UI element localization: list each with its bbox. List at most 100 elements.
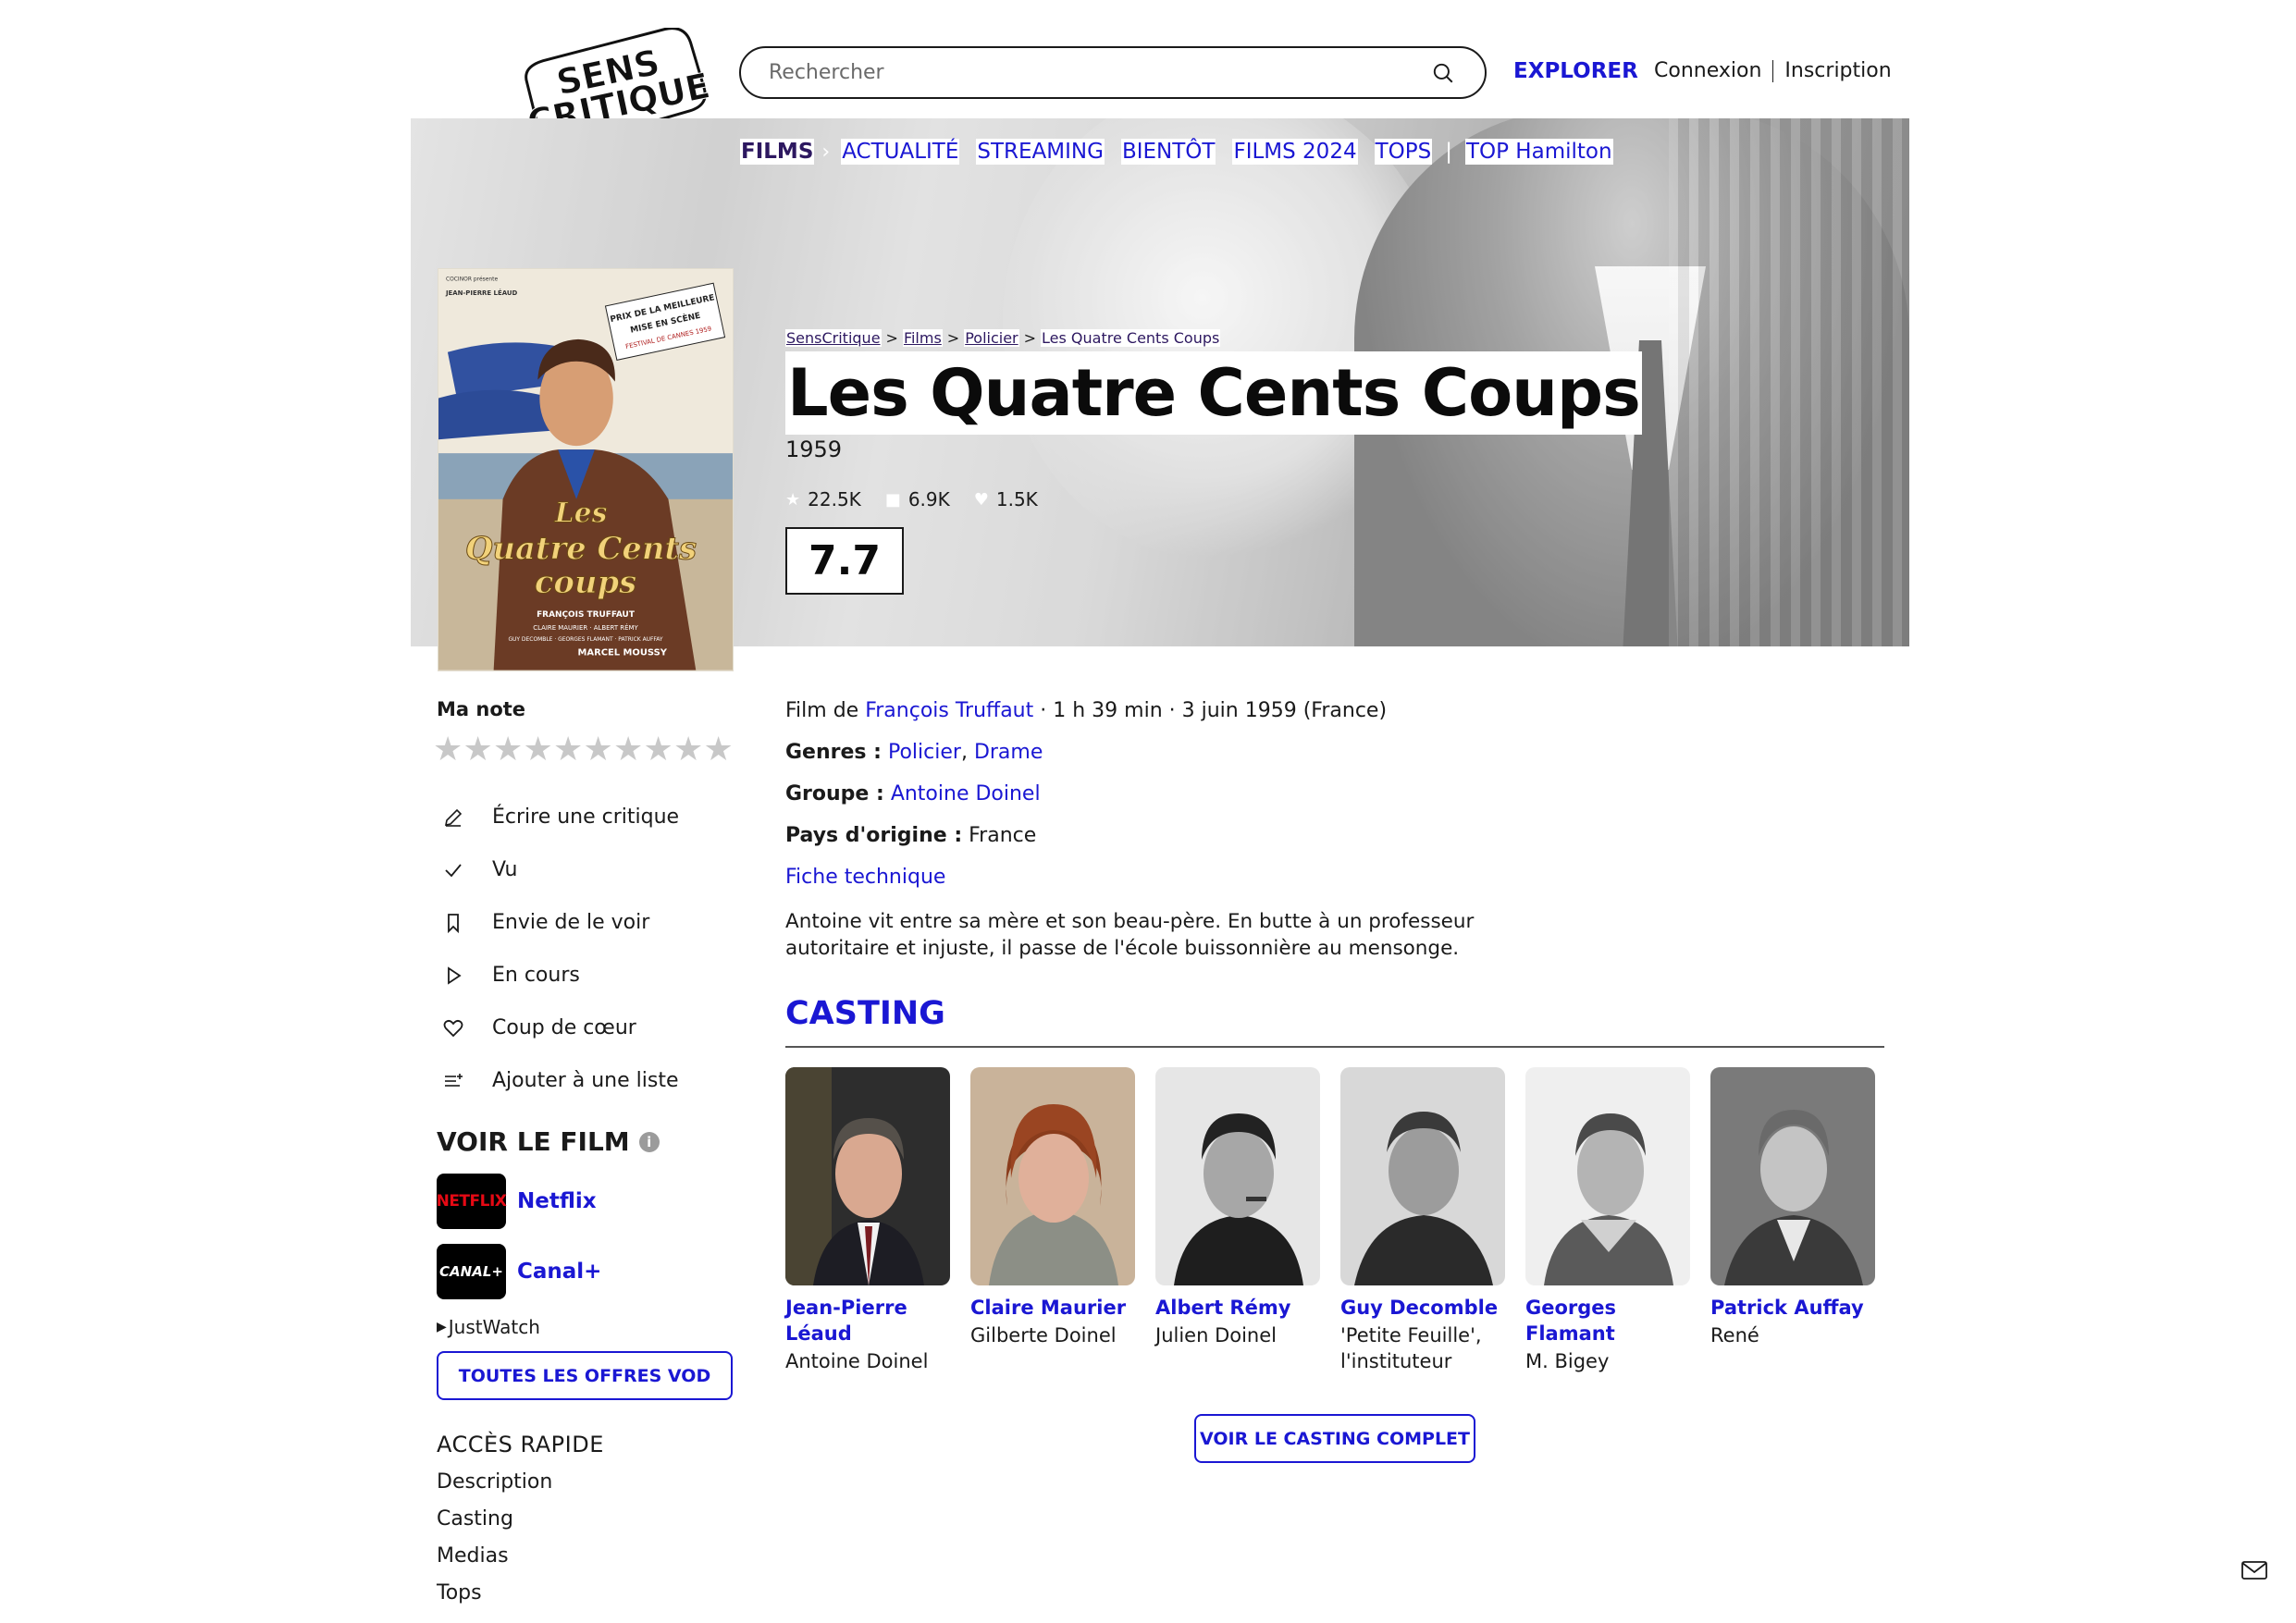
rating-star-7[interactable]: ★ — [613, 731, 644, 768]
rating-star-3[interactable]: ★ — [493, 731, 524, 768]
action-add-to-list[interactable]: Ajouter à une liste — [442, 1054, 679, 1107]
cast-photo — [1155, 1067, 1320, 1285]
rating-star-9[interactable]: ★ — [673, 731, 704, 768]
svg-text:MARCEL MOUSSY: MARCEL MOUSSY — [578, 648, 668, 658]
search-icon[interactable] — [1429, 59, 1457, 87]
cast-member[interactable]: Guy Decomble 'Petite Feuille', l'institu… — [1340, 1067, 1505, 1374]
cast-list: Jean-Pierre Léaud Antoine Doinel Claire … — [785, 1067, 1895, 1374]
stat-favorites: ♥ 1.5K — [973, 488, 1038, 510]
cast-role: 'Petite Feuille', l'instituteur — [1340, 1324, 1482, 1372]
search-input[interactable] — [769, 61, 1429, 84]
full-cast-button[interactable]: VOIR LE CASTING COMPLET — [1194, 1414, 1475, 1463]
nav-films-2024[interactable]: FILMS 2024 — [1232, 139, 1358, 165]
mail-icon[interactable] — [2240, 1559, 2268, 1581]
explore-link[interactable]: EXPLORER — [1513, 59, 1638, 83]
provider-canal-plus[interactable]: CANAL+ Canal+ — [437, 1244, 601, 1299]
nav-tops[interactable]: TOPS — [1374, 139, 1433, 165]
svg-text:Quatre Cents: Quatre Cents — [465, 529, 697, 566]
my-rating-stars[interactable]: ★ ★ ★ ★ ★ ★ ★ ★ ★ ★ — [433, 731, 734, 768]
justwatch-attribution[interactable]: ▶ JustWatch — [437, 1316, 540, 1338]
cast-name: Claire Maurier — [970, 1297, 1127, 1319]
genre-link-drame[interactable]: Drame — [974, 741, 1043, 764]
cast-name: Albert Rémy — [1155, 1297, 1291, 1319]
all-vod-offers-button[interactable]: TOUTES LES OFFRES VOD — [437, 1351, 733, 1400]
nav-films[interactable]: FILMS — [740, 139, 815, 165]
cast-role: Antoine Doinel — [785, 1350, 929, 1372]
signup-link[interactable]: Inscription — [1784, 59, 1891, 82]
cast-photo — [1340, 1067, 1505, 1285]
nav-actualite[interactable]: ACTUALITÉ — [841, 139, 960, 165]
genre-link-policier[interactable]: Policier — [888, 741, 961, 764]
action-write-review[interactable]: Écrire une critique — [442, 791, 679, 843]
quick-link-medias[interactable]: Medias — [437, 1544, 552, 1581]
breadcrumb-current: Les Quatre Cents Coups — [1041, 329, 1221, 347]
average-rating: 7.7 — [785, 527, 904, 595]
rating-star-2[interactable]: ★ — [463, 731, 494, 768]
action-list: Écrire une critique Vu Envie de le voir … — [442, 791, 679, 1107]
group-link[interactable]: Antoine Doinel — [891, 782, 1041, 805]
cast-photo — [1710, 1067, 1875, 1285]
cast-name: Georges Flamant — [1525, 1297, 1617, 1345]
group-row: Groupe : Antoine Doinel — [785, 782, 1041, 805]
chevron-right-icon: › — [821, 140, 831, 164]
search-bar[interactable] — [739, 46, 1487, 99]
svg-text:FRANÇOIS TRUFFAUT: FRANÇOIS TRUFFAUT — [537, 610, 636, 620]
quick-link-description[interactable]: Description — [437, 1470, 552, 1507]
film-year: 1959 — [785, 436, 843, 462]
cast-member[interactable]: Albert Rémy Julien Doinel — [1155, 1067, 1320, 1374]
cast-member[interactable]: Claire Maurier Gilberte Doinel — [970, 1067, 1135, 1374]
synopsis: Antoine vit entre sa mère et son beau-pè… — [785, 910, 1475, 960]
heart-icon — [442, 1017, 464, 1039]
cast-member[interactable]: Patrick Auffay René — [1710, 1067, 1875, 1374]
quick-link-tops[interactable]: Tops — [437, 1581, 552, 1618]
rating-star-10[interactable]: ★ — [704, 731, 734, 768]
director-row: Film de François Truffaut · 1 h 39 min ·… — [785, 699, 1388, 722]
action-in-progress[interactable]: En cours — [442, 949, 679, 1002]
action-wishlist[interactable]: Envie de le voir — [442, 896, 679, 949]
stat-wishlist: ■ 6.9K — [884, 488, 950, 510]
cast-photo — [785, 1067, 950, 1285]
action-seen[interactable]: Vu — [442, 843, 679, 896]
cast-name: Guy Decomble — [1340, 1297, 1499, 1319]
canal-plus-logo: CANAL+ — [437, 1244, 506, 1299]
director-link[interactable]: François Truffaut — [865, 699, 1033, 722]
pencil-icon — [442, 806, 464, 829]
main-nav: FILMS › ACTUALITÉ STREAMING BIENTÔT FILM… — [740, 139, 1613, 165]
info-icon[interactable]: i — [638, 1131, 660, 1152]
rating-star-6[interactable]: ★ — [584, 731, 614, 768]
svg-text:coups: coups — [535, 563, 636, 600]
country-row: Pays d'origine : France — [785, 824, 1037, 847]
cast-role: Julien Doinel — [1155, 1324, 1277, 1346]
action-favorite[interactable]: Coup de cœur — [442, 1002, 679, 1054]
stat-ratings: ★ 22.5K — [785, 488, 861, 510]
tech-sheet-row: Fiche technique — [785, 864, 1618, 905]
heart-icon: ♥ — [973, 489, 989, 510]
justwatch-icon: ▶ — [437, 1320, 447, 1334]
tech-sheet-link[interactable]: Fiche technique — [785, 866, 945, 889]
svg-text:GUY DECOMBLE · GEORGES FLAMANT: GUY DECOMBLE · GEORGES FLAMANT · PATRICK… — [508, 636, 662, 643]
nav-streaming[interactable]: STREAMING — [976, 139, 1105, 165]
quick-link-casting[interactable]: Casting — [437, 1507, 552, 1544]
nav-bientot[interactable]: BIENTÔT — [1120, 139, 1216, 165]
bookmark-icon — [442, 912, 464, 934]
netflix-logo: NETFLIX — [437, 1174, 507, 1229]
svg-text:CLAIRE MAURIER · ALBERT RÉMY: CLAIRE MAURIER · ALBERT RÉMY — [533, 623, 638, 632]
cast-member[interactable]: Jean-Pierre Léaud Antoine Doinel — [785, 1067, 950, 1374]
rating-star-8[interactable]: ★ — [644, 731, 674, 768]
breadcrumb-films[interactable]: Films — [902, 329, 943, 347]
rating-star-4[interactable]: ★ — [524, 731, 554, 768]
cast-photo — [1525, 1067, 1690, 1285]
provider-netflix[interactable]: NETFLIX Netflix — [437, 1174, 597, 1229]
rating-star-1[interactable]: ★ — [433, 731, 463, 768]
cast-role: Gilberte Doinel — [970, 1324, 1117, 1346]
breadcrumb-policier[interactable]: Policier — [964, 329, 1019, 347]
cast-photo — [970, 1067, 1135, 1285]
breadcrumb-senscritique[interactable]: SensCritique — [785, 329, 882, 347]
svg-text:JEAN-PIERRE LÉAUD: JEAN-PIERRE LÉAUD — [445, 289, 518, 297]
nav-top-hamilton[interactable]: TOP Hamilton — [1464, 139, 1613, 165]
rating-star-5[interactable]: ★ — [553, 731, 584, 768]
film-poster[interactable]: PRIX DE LA MEILLEURE MISE EN SCÈNE FESTI… — [438, 268, 734, 671]
cast-member[interactable]: Georges Flamant M. Bigey — [1525, 1067, 1690, 1374]
add-list-icon — [442, 1070, 464, 1092]
login-link[interactable]: Connexion — [1654, 59, 1761, 82]
